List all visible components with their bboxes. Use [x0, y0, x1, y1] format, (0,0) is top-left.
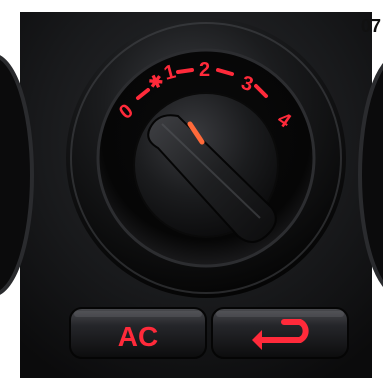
car-climate-control-photo: 0 ✱ 1 2 3 4 AC 07 — [0, 0, 383, 384]
photo-number-label: 07 — [360, 16, 381, 36]
ac-button[interactable]: AC — [69, 307, 207, 359]
scale-label-2: 2 — [199, 59, 210, 81]
recirculation-button[interactable] — [211, 307, 349, 359]
ac-button-label: AC — [118, 321, 158, 352]
climate-panel-image: 0 ✱ 1 2 3 4 AC — [0, 12, 383, 378]
